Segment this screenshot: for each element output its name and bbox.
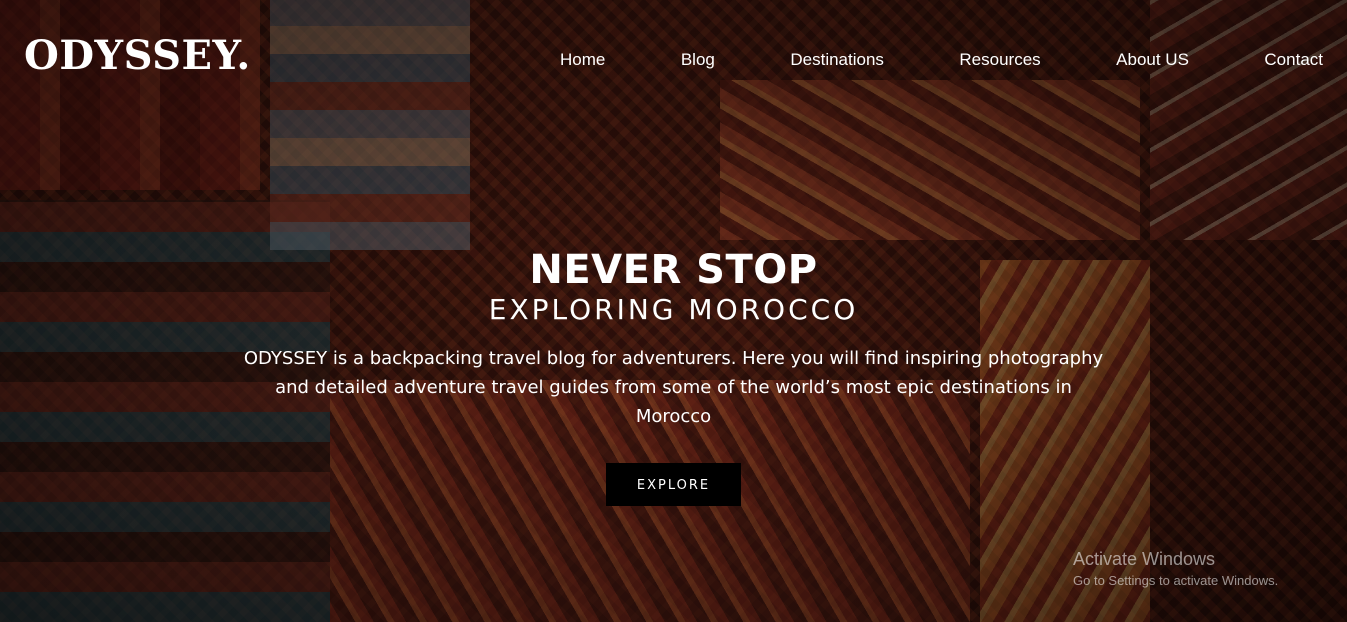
hero-section: ODYSSEY. Home Blog Destinations Resource… bbox=[0, 0, 1347, 622]
nav-item-blog: Blog bbox=[681, 48, 715, 72]
nav-item-home: Home bbox=[560, 48, 605, 72]
site-logo[interactable]: ODYSSEY. bbox=[24, 36, 251, 76]
hero-subheadline: EXPLORING MOROCCO bbox=[488, 293, 859, 326]
hero-content: NEVER STOP EXPLORING MOROCCO ODYSSEY is … bbox=[0, 247, 1347, 507]
watermark-subtitle: Go to Settings to activate Windows. bbox=[1073, 573, 1279, 588]
nav-link-home[interactable]: Home bbox=[560, 48, 605, 72]
nav-item-about: About US bbox=[1116, 48, 1189, 72]
nav-link-contact[interactable]: Contact bbox=[1264, 48, 1323, 72]
nav-link-destinations[interactable]: Destinations bbox=[790, 48, 884, 72]
hero-description: ODYSSEY is a backpacking travel blog for… bbox=[243, 348, 1104, 428]
nav-item-resources: Resources bbox=[959, 48, 1040, 72]
nav-item-contact: Contact bbox=[1264, 48, 1323, 72]
main-nav: Home Blog Destinations Resources About U… bbox=[560, 48, 1323, 72]
hero-headline: NEVER STOP bbox=[529, 247, 818, 293]
nav-item-destinations: Destinations bbox=[790, 48, 884, 72]
watermark-title: Activate Windows bbox=[1073, 549, 1216, 569]
nav-link-blog[interactable]: Blog bbox=[681, 48, 715, 72]
activate-windows-watermark: Activate Windows Go to Settings to activ… bbox=[1073, 548, 1278, 590]
explore-button[interactable]: EXPLORE bbox=[606, 463, 741, 507]
nav-link-resources[interactable]: Resources bbox=[959, 48, 1040, 72]
nav-link-about[interactable]: About US bbox=[1116, 48, 1189, 72]
